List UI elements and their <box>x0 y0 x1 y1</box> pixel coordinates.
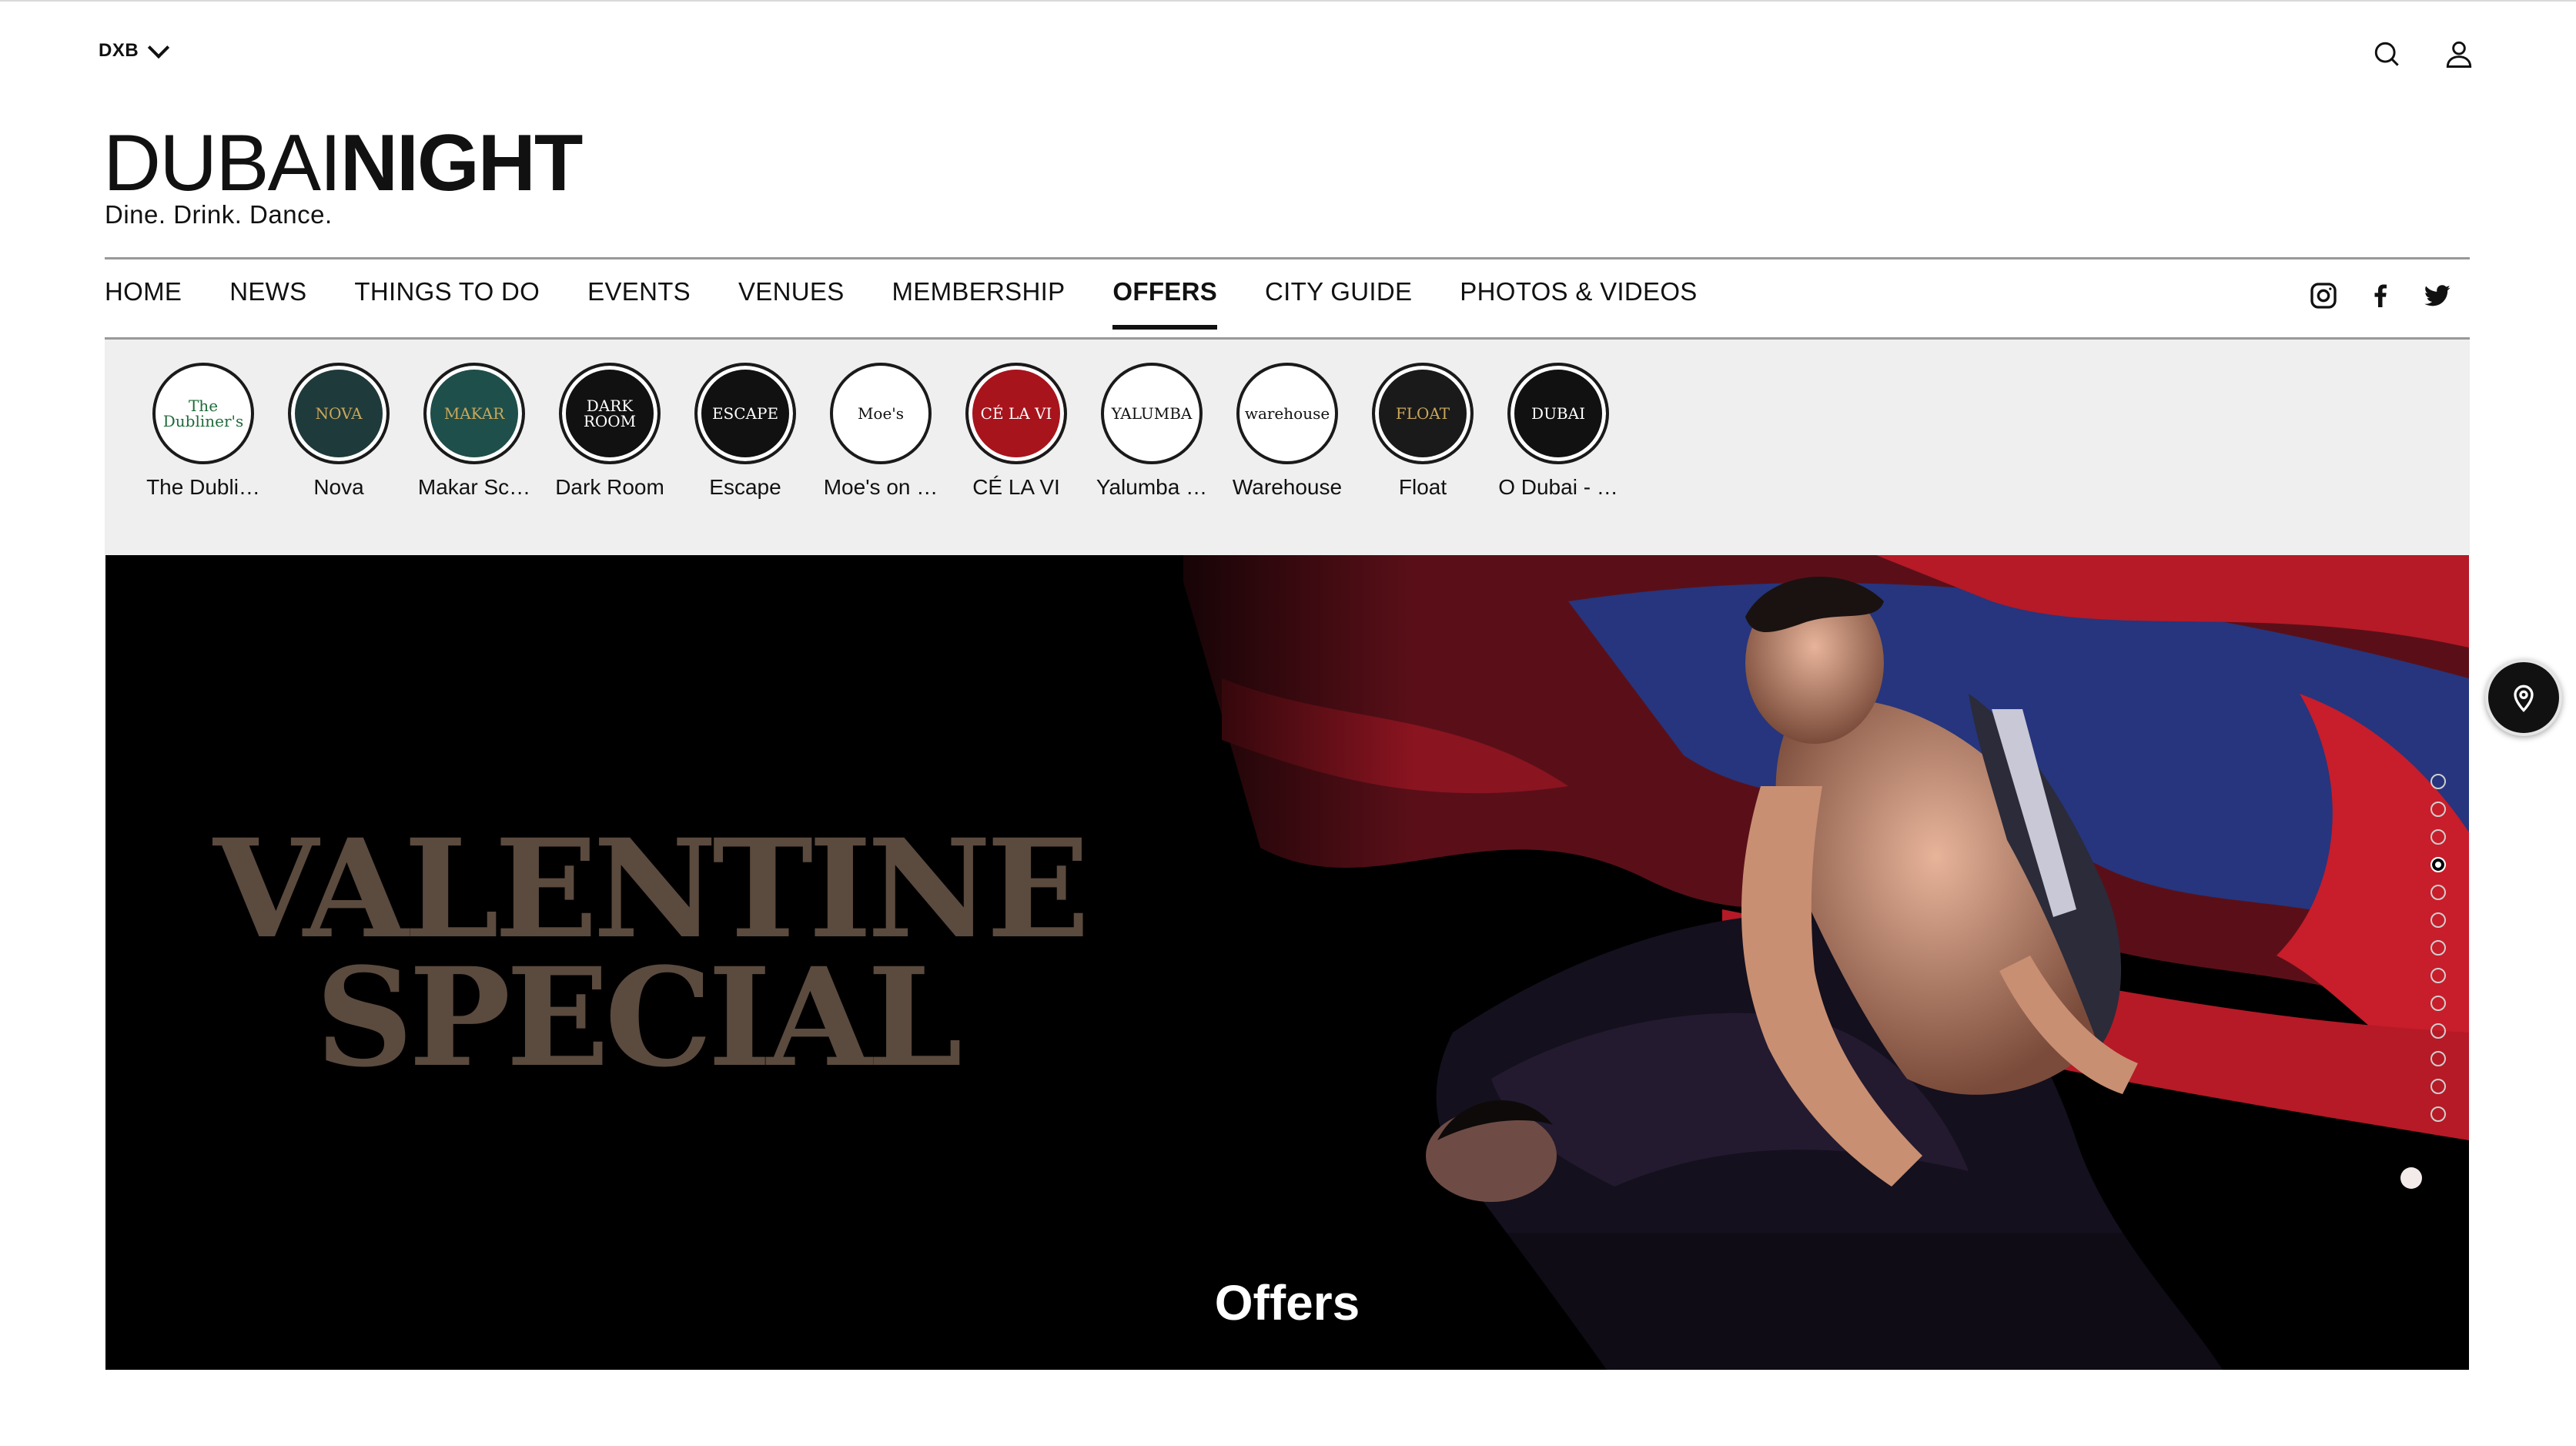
venue-strip: The Dubliner's The Dubli… NOVA Nova MAKAR Mak… <box>105 340 2470 555</box>
top-border <box>0 0 2576 2</box>
venue-item[interactable]: MAKAR Makar Sc… <box>416 363 533 500</box>
slider-dot[interactable] <box>2430 1023 2446 1039</box>
venue-name: CÉ LA VI <box>972 475 1060 499</box>
venue-logo-text: DUBAI <box>1531 404 1585 423</box>
venue-logo-text: NOVA <box>315 404 363 423</box>
twitter-icon[interactable] <box>2422 280 2453 311</box>
logo-text-bold: NIGHT <box>340 119 584 208</box>
tagline: Dine. Drink. Dance. <box>105 200 333 229</box>
hero-title-line1: VALENTINE <box>213 809 1090 969</box>
nav-item-news[interactable]: NEWS <box>229 277 306 330</box>
venue-item[interactable]: warehouse Warehouse <box>1229 363 1346 500</box>
slider-dot[interactable] <box>2430 802 2446 817</box>
slider-dot[interactable] <box>2430 968 2446 983</box>
venue-item[interactable]: ESCAPE Escape <box>687 363 804 500</box>
venue-logo-text: MAKAR <box>443 404 505 423</box>
header-actions <box>2370 37 2476 71</box>
venue-logo: The Dubliner's <box>152 363 254 464</box>
venue-logo-text: CÉ LA VI <box>980 404 1052 423</box>
slider-dot[interactable] <box>2430 940 2446 956</box>
venue-item[interactable]: The Dubliner's The Dubli… <box>145 363 262 500</box>
venue-item[interactable]: CÉ LA VI CÉ LA VI <box>958 363 1075 500</box>
venue-item[interactable]: FLOAT Float <box>1364 363 1481 500</box>
slider-dot[interactable] <box>2430 829 2446 845</box>
venue-logo-text: ESCAPE <box>711 404 779 423</box>
hero-title-line2: SPECIAL <box>315 938 962 1098</box>
slider-dot[interactable] <box>2430 1079 2446 1094</box>
venue-logo-text: warehouse <box>1244 404 1330 423</box>
nav-item-events[interactable]: EVENTS <box>587 277 691 330</box>
facebook-icon[interactable] <box>2365 280 2396 311</box>
slider-dot[interactable] <box>2430 996 2446 1011</box>
nav-item-city-guide[interactable]: CITY GUIDE <box>1265 277 1412 330</box>
slider-pagination <box>2430 774 2446 1122</box>
venue-name: Warehouse <box>1232 475 1343 499</box>
main-nav: HOME NEWS THINGS TO DO EVENTS VENUES MEMBERSH… <box>105 277 1698 330</box>
social-links <box>2308 280 2453 311</box>
venue-logo-text: YALUMBA <box>1111 404 1193 423</box>
venue-item[interactable]: Moe's Moe's on … <box>822 363 939 500</box>
venue-name: Dark Room <box>555 475 664 499</box>
slider-dot[interactable] <box>2430 885 2446 900</box>
venue-list: The Dubliner's The Dubli… NOVA Nova MAKAR Mak… <box>145 363 1618 500</box>
map-pin-icon <box>2514 685 2534 712</box>
venue-logo-text: The Dubliner's <box>162 397 244 430</box>
venue-logo: Moe's <box>830 363 932 464</box>
venue-name: Yalumba … <box>1096 475 1208 499</box>
venue-name: Escape <box>709 475 781 499</box>
nav-item-things-to-do[interactable]: THINGS TO DO <box>354 277 540 330</box>
venue-logo: warehouse <box>1236 363 1338 464</box>
site-logo[interactable]: DUBAINIGHT <box>103 123 583 203</box>
nav-item-venues[interactable]: VENUES <box>738 277 845 330</box>
venue-item[interactable]: DUBAI O Dubai - … <box>1498 363 1618 500</box>
venue-item[interactable]: NOVA Nova <box>280 363 397 500</box>
slider-dot[interactable] <box>2430 1106 2446 1122</box>
chevron-down-icon <box>148 36 170 59</box>
map-button[interactable] <box>2485 659 2562 736</box>
venue-logo-text: DARK ROOM <box>583 397 637 430</box>
venue-logo: YALUMBA <box>1101 363 1203 464</box>
venue-logo: FLOAT <box>1372 363 1474 464</box>
slider-dot[interactable] <box>2430 857 2446 872</box>
slider-dot[interactable] <box>2430 912 2446 928</box>
venue-name: Nova <box>313 475 364 499</box>
venue-logo-text: Moe's <box>857 404 905 423</box>
logo-text-light: DUBAI <box>103 119 342 208</box>
hero-title: VALENTINE SPECIAL <box>213 809 1090 1098</box>
slider-dot[interactable] <box>2430 1051 2446 1066</box>
search-icon[interactable] <box>2370 37 2404 71</box>
venue-item[interactable]: DARK ROOM Dark Room <box>551 363 668 500</box>
venue-item[interactable]: YALUMBA Yalumba … <box>1093 363 1210 500</box>
nav-item-membership[interactable]: MEMBERSHIP <box>892 277 1066 330</box>
venue-name: Moe's on … <box>823 475 938 499</box>
city-label: DXB <box>99 40 139 61</box>
hero-banner[interactable]: VALENTINE SPECIAL Offers <box>105 555 2469 1370</box>
venue-name: Makar Sc… <box>417 475 531 499</box>
hero-caption: Offers <box>1214 1275 1360 1331</box>
venue-logo: MAKAR <box>423 363 525 464</box>
venue-logo: CÉ LA VI <box>965 363 1067 464</box>
venue-logo: ESCAPE <box>694 363 796 464</box>
venue-name: The Dubli… <box>146 475 260 499</box>
instagram-icon[interactable] <box>2308 280 2339 311</box>
venue-logo: NOVA <box>288 363 390 464</box>
nav-item-home[interactable]: HOME <box>105 277 182 330</box>
venue-name: O Dubai - … <box>1498 475 1618 499</box>
nav-divider-top <box>105 257 2470 259</box>
slider-dot[interactable] <box>2430 774 2446 789</box>
city-selector[interactable]: DXB <box>99 36 170 62</box>
nav-item-offers[interactable]: OFFERS <box>1112 277 1218 330</box>
venue-name: Float <box>1398 475 1447 499</box>
venue-logo: DUBAI <box>1507 363 1609 464</box>
venue-logo: DARK ROOM <box>559 363 661 464</box>
nav-item-photos-videos[interactable]: PHOTOS & VIDEOS <box>1460 277 1697 330</box>
venue-logo-text: FLOAT <box>1395 404 1450 423</box>
user-icon[interactable] <box>2442 37 2476 71</box>
